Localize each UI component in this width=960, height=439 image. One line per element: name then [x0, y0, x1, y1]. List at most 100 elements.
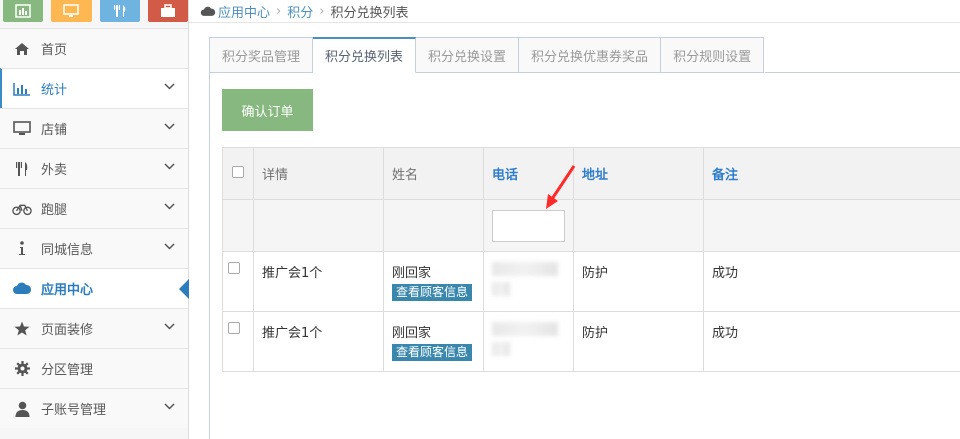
- table-row: 推广会1个 刚回家 查看顾客信息 防护 成功: [222, 311, 960, 372]
- sidebar-item-label: 子账号管理: [41, 403, 107, 418]
- sidebar-item-sub-account[interactable]: 子账号管理: [0, 388, 188, 428]
- redacted-phone: [492, 262, 558, 276]
- note-cell: 成功: [703, 251, 960, 312]
- breadcrumb-app-center-link[interactable]: 应用中心: [218, 2, 270, 21]
- customer-name: 刚回家: [392, 266, 432, 281]
- cloud-icon: [200, 6, 216, 16]
- name-cell: 刚回家 查看顾客信息: [383, 311, 484, 372]
- sidebar-item-zone-mgmt[interactable]: 分区管理: [0, 348, 188, 388]
- chevron-down-icon: [164, 123, 175, 130]
- detail-cell: 推广会1个: [253, 251, 384, 312]
- header-address[interactable]: 地址: [573, 147, 704, 200]
- shortcut-bar: [0, 0, 188, 28]
- sidebar-item-takeaway[interactable]: 外卖: [0, 148, 188, 188]
- sidebar-item-stats[interactable]: 统计: [0, 68, 188, 108]
- address-cell: 防护: [573, 251, 704, 312]
- row-checkbox[interactable]: [228, 322, 240, 334]
- utensils-icon: [12, 159, 32, 179]
- breadcrumb-current: 积分兑换列表: [330, 5, 409, 21]
- tab-exchange-list[interactable]: 积分兑换列表: [313, 37, 417, 73]
- sidebar-item-label: 页面装修: [41, 323, 94, 338]
- sidebar: 首页 统计 店铺 外卖 跑腿 同城信息 应用中心 页面装修 分区管理 子账号管理: [0, 0, 189, 439]
- redacted-phone-tail: [492, 342, 510, 356]
- header-checkbox-cell: [222, 147, 254, 200]
- tab-coupon-prizes[interactable]: 积分兑换优惠券奖品: [519, 37, 662, 73]
- phone-filter-input[interactable]: [492, 209, 565, 242]
- monitor-icon: [63, 4, 80, 17]
- breadcrumb-divider: [189, 22, 960, 23]
- sidebar-item-home[interactable]: 首页: [0, 28, 188, 68]
- breadcrumb-separator: ›: [276, 3, 282, 19]
- sidebar-item-label: 首页: [41, 43, 68, 58]
- star-icon: [12, 319, 32, 339]
- filter-cell: [253, 199, 384, 252]
- tab-prize-management[interactable]: 积分奖品管理: [210, 37, 314, 73]
- breadcrumb-points-link[interactable]: 积分: [287, 2, 313, 21]
- sidebar-item-page-decor[interactable]: 页面装修: [0, 308, 188, 348]
- view-customer-button[interactable]: 查看顾客信息: [392, 284, 473, 301]
- detail-cell: 推广会1个: [253, 311, 384, 372]
- annotation-arrow-icon: [546, 165, 576, 209]
- chevron-down-icon: [164, 403, 175, 410]
- sidebar-item-app-center[interactable]: 应用中心: [0, 268, 189, 308]
- chevron-down-icon: [164, 243, 175, 250]
- shortcut-stats-button[interactable]: [3, 0, 44, 22]
- phone-cell: [483, 311, 574, 372]
- main-content: 积分奖品管理 积分兑换列表 积分兑换设置 积分兑换优惠券奖品 积分规则设置 确认…: [209, 37, 960, 439]
- table-filter-row: [222, 199, 960, 252]
- sidebar-item-label: 应用中心: [41, 283, 94, 298]
- filter-cell: [573, 199, 704, 252]
- filter-cell: [703, 199, 960, 252]
- customer-name: 刚回家: [392, 326, 432, 341]
- monitor-icon: [12, 119, 32, 139]
- row-checkbox-cell: [222, 251, 254, 312]
- sidebar-item-label: 分区管理: [41, 363, 94, 378]
- shortcut-case-button[interactable]: [147, 0, 188, 22]
- header-detail: 详情: [253, 147, 384, 200]
- row-checkbox[interactable]: [228, 262, 240, 274]
- cloud-icon: [12, 279, 32, 299]
- sidebar-item-label: 店铺: [41, 123, 68, 138]
- info-icon: [12, 239, 32, 259]
- home-icon: [12, 39, 32, 59]
- header-name: 姓名: [383, 147, 484, 200]
- view-customer-button[interactable]: 查看顾客信息: [392, 344, 473, 361]
- sidebar-item-label: 同城信息: [41, 243, 94, 258]
- bar-chart-icon: [12, 79, 32, 99]
- chevron-down-icon: [164, 163, 175, 170]
- sidebar-item-label: 外卖: [41, 163, 68, 178]
- utensils-icon: [113, 5, 125, 17]
- note-cell: 成功: [703, 311, 960, 372]
- breadcrumb: 应用中心 › 积分 › 积分兑换列表: [200, 0, 408, 22]
- sidebar-item-errand[interactable]: 跑腿: [0, 188, 188, 228]
- confirm-order-button[interactable]: 确认订单: [222, 89, 313, 131]
- sidebar-item-city-info[interactable]: 同城信息: [0, 228, 188, 268]
- gear-icon: [12, 359, 32, 379]
- redacted-phone-tail: [492, 282, 510, 296]
- redacted-phone: [492, 322, 558, 336]
- filter-cell: [383, 199, 484, 252]
- shortcut-takeaway-button[interactable]: [99, 0, 140, 22]
- shortcut-store-button[interactable]: [51, 0, 92, 22]
- name-cell: 刚回家 查看顾客信息: [383, 251, 484, 312]
- tab-exchange-settings[interactable]: 积分兑换设置: [416, 37, 520, 73]
- bar-chart-icon: [15, 4, 31, 18]
- briefcase-icon: [160, 4, 175, 17]
- tab-bar: 积分奖品管理 积分兑换列表 积分兑换设置 积分兑换优惠券奖品 积分规则设置: [210, 37, 765, 73]
- table-row: 推广会1个 刚回家 查看顾客信息 防护 成功: [222, 251, 960, 312]
- select-all-checkbox[interactable]: [232, 165, 244, 178]
- sidebar-item-label: 跑腿: [41, 203, 68, 218]
- chevron-down-icon: [164, 83, 175, 90]
- sidebar-item-label: 统计: [41, 83, 68, 98]
- sidebar-item-store[interactable]: 店铺: [0, 108, 188, 148]
- chevron-down-icon: [164, 323, 175, 330]
- bicycle-icon: [12, 199, 32, 219]
- user-icon: [12, 399, 32, 419]
- tab-bar-divider: [765, 72, 960, 73]
- tab-rule-settings[interactable]: 积分规则设置: [661, 37, 765, 73]
- table-header-row: 详情 姓名 电话 地址 备注: [222, 147, 960, 200]
- header-note[interactable]: 备注: [703, 147, 960, 200]
- breadcrumb-separator: ›: [319, 3, 325, 19]
- phone-cell: [483, 251, 574, 312]
- address-cell: 防护: [573, 311, 704, 372]
